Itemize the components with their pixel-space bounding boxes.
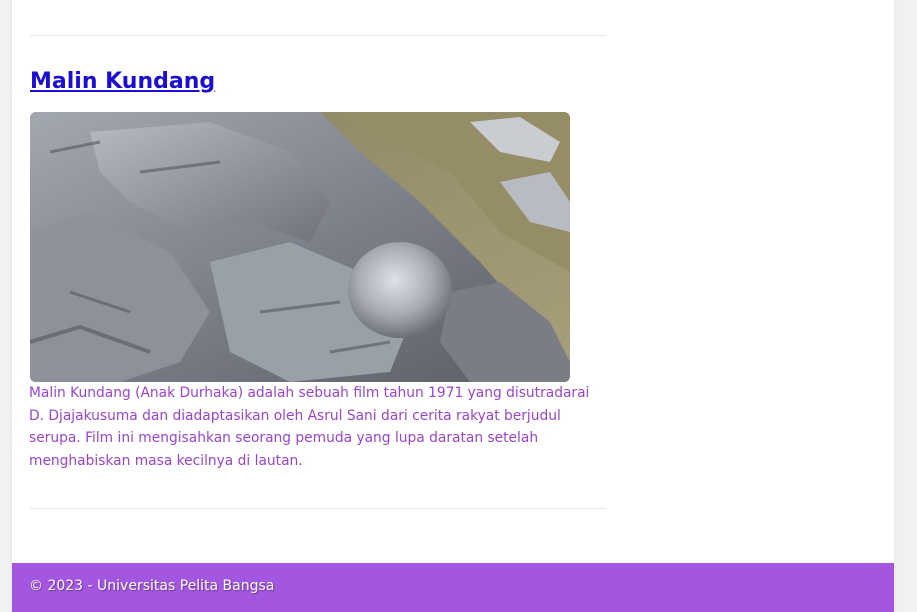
post-title-link[interactable]: Malin Kundang	[30, 69, 215, 94]
divider-top	[30, 35, 606, 36]
rock-photo-image	[30, 112, 570, 382]
footer-copyright: © 2023 - Universitas Pelita Bangsa	[29, 578, 275, 594]
post-title: Malin Kundang	[30, 66, 215, 98]
post-thumbnail[interactable]	[30, 112, 570, 382]
divider-bottom	[30, 508, 606, 509]
site-footer: © 2023 - Universitas Pelita Bangsa	[12, 563, 894, 612]
post-excerpt: Malin Kundang (Anak Durhaka) adalah sebu…	[29, 385, 590, 469]
page-container: Malin Kundang Malin Kundang (Anak Durhak…	[12, 0, 894, 612]
